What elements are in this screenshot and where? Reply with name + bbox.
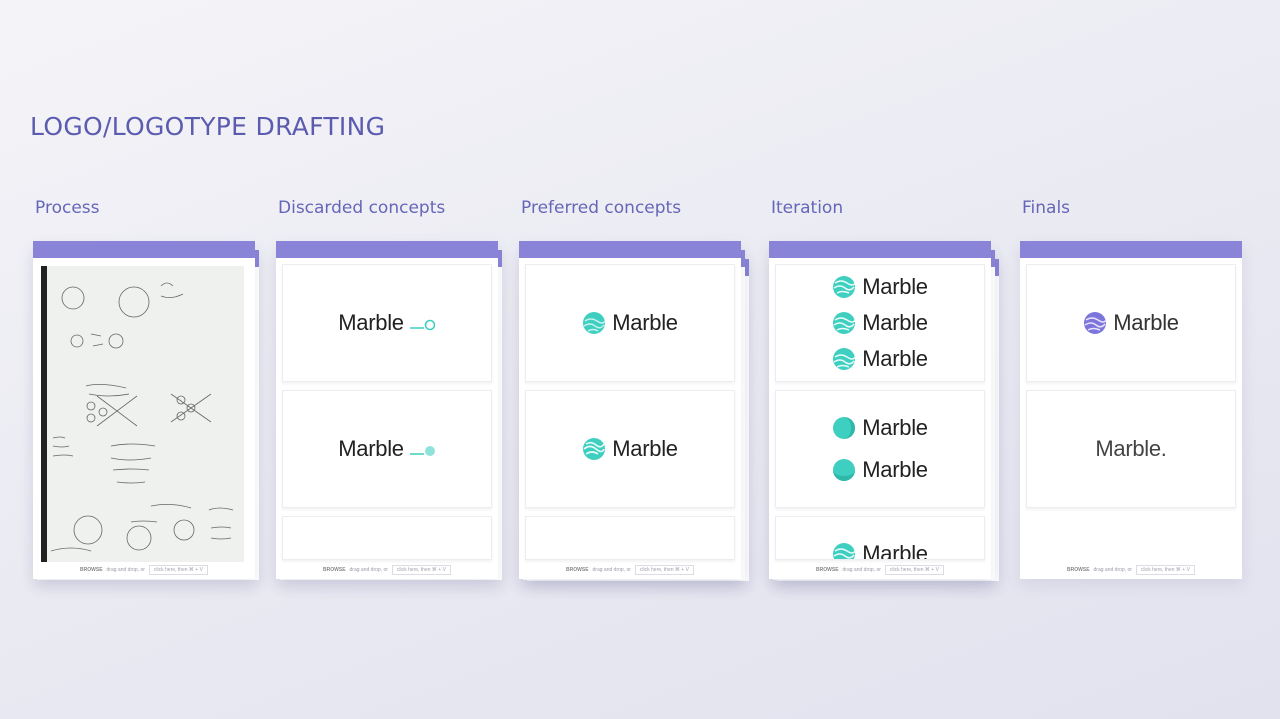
logo-tile[interactable]: Marble <box>525 390 735 508</box>
column-process: Process BROWSE drag and drop, or click h… <box>33 198 259 598</box>
card-cells: Marble Marble <box>282 264 492 568</box>
column-title: Preferred concepts <box>521 198 682 218</box>
logo: Marble <box>832 541 928 560</box>
drop-text: drag and drop, or <box>106 567 145 573</box>
browse-link[interactable]: BROWSE <box>1067 567 1090 573</box>
sketch-drawing <box>41 266 234 562</box>
drop-text: drag and drop, or <box>1093 567 1132 573</box>
logo-tile[interactable]: Marble. <box>1026 390 1236 508</box>
drop-bar[interactable]: BROWSE drag and drop, or click here, the… <box>1020 563 1242 577</box>
browse-link[interactable]: BROWSE <box>80 567 103 573</box>
browse-link[interactable]: BROWSE <box>816 567 839 573</box>
paste-box[interactable]: click here, then ⌘ + V <box>634 565 694 575</box>
drop-bar[interactable]: BROWSE drag and drop, or click here, the… <box>519 563 741 577</box>
marble-sphere-icon <box>833 543 856 559</box>
drop-bar[interactable]: BROWSE drag and drop, or click here, the… <box>33 563 255 577</box>
sketch-image <box>41 266 244 562</box>
card[interactable]: Marble Marble BROWSE drag and drop, or c… <box>519 241 741 579</box>
card-cells: Marble Marble Marble Marble Marble Marbl… <box>775 264 985 568</box>
browse-link[interactable]: BROWSE <box>323 567 346 573</box>
card[interactable]: Marble Marble BROWSE drag and drop, or c… <box>276 241 498 579</box>
logo-tile[interactable] <box>282 516 492 560</box>
marble-sphere-icon <box>583 312 606 334</box>
logo-wordmark: Marble. <box>1095 436 1167 461</box>
column-preferred-concepts: Preferred concepts Marble Marble BROWSE … <box>519 198 749 598</box>
card[interactable]: Marble Marble. BROWSE drag and drop, or … <box>1020 241 1242 579</box>
column-iteration: Iteration Marble Marble Marble Marble Ma… <box>769 198 999 598</box>
marble-sphere-icon <box>833 348 856 370</box>
paste-box[interactable]: click here, then ⌘ + V <box>391 565 451 575</box>
logo: Marble <box>832 274 928 300</box>
marble-sphere-icon <box>1084 312 1107 334</box>
logo-tile[interactable]: Marble <box>282 390 492 508</box>
logo-wordmark: Marble <box>862 457 928 482</box>
drop-text: drag and drop, or <box>842 567 881 573</box>
logo-wordmark: Marble <box>862 415 928 440</box>
logo-wordmark: Marble <box>862 346 928 371</box>
marble-sphere-icon <box>833 312 856 334</box>
logo: Marble <box>832 457 928 483</box>
card-cells: Marble Marble. <box>1026 264 1236 516</box>
logo: Marble <box>338 436 435 462</box>
card-stack: Marble Marble BROWSE drag and drop, or c… <box>276 241 502 583</box>
card-stack: Marble Marble BROWSE drag and drop, or c… <box>519 241 749 583</box>
card-stack: Marble Marble. BROWSE drag and drop, or … <box>1020 241 1246 583</box>
paste-box[interactable]: click here, then ⌘ + V <box>148 565 208 575</box>
logo-tile[interactable]: Marble Marble Marble <box>775 264 985 382</box>
logo-tile[interactable]: Marble <box>282 264 492 382</box>
card-stack: Marble Marble Marble Marble Marble Marbl… <box>769 241 999 583</box>
logo-wordmark: Marble <box>862 310 928 335</box>
browse-link[interactable]: BROWSE <box>566 567 589 573</box>
drop-bar[interactable]: BROWSE drag and drop, or click here, the… <box>769 563 991 577</box>
card[interactable]: BROWSE drag and drop, or click here, the… <box>33 241 255 579</box>
marble-sphere-icon <box>833 459 856 481</box>
logo: Marble <box>832 310 928 336</box>
logo-wordmark: Marble <box>862 274 928 299</box>
page-title: LOGO/LOGOTYPE DRAFTING <box>30 112 386 141</box>
column-discarded-concepts: Discarded concepts Marble Marble BROWSE … <box>276 198 502 598</box>
logo-tile[interactable]: Marble <box>775 516 985 560</box>
card-stack: BROWSE drag and drop, or click here, the… <box>33 241 259 583</box>
logo-tile[interactable]: Marble <box>525 264 735 382</box>
logo: Marble <box>832 415 928 441</box>
drop-bar[interactable]: BROWSE drag and drop, or click here, the… <box>276 563 498 577</box>
logo-tile[interactable]: Marble <box>1026 264 1236 382</box>
logo: Marble <box>582 310 678 336</box>
logo-tile[interactable] <box>525 516 735 560</box>
logo: Marble <box>582 436 678 462</box>
card-cells: Marble Marble <box>525 264 735 568</box>
logo-wordmark: Marble <box>338 436 404 461</box>
column-finals: Finals Marble Marble. BROWSE drag and dr… <box>1020 198 1246 598</box>
column-title: Discarded concepts <box>278 198 446 218</box>
logo-tile[interactable]: Marble Marble <box>775 390 985 508</box>
drop-text: drag and drop, or <box>592 567 631 573</box>
drop-text: drag and drop, or <box>349 567 388 573</box>
column-title: Process <box>35 198 100 218</box>
logo-wordmark: Marble <box>338 310 404 335</box>
marble-sphere-icon <box>833 417 856 439</box>
logo-wordmark: Marble <box>612 436 678 461</box>
logo: Marble <box>1083 310 1179 336</box>
orbit-dot-icon <box>409 319 436 331</box>
column-title: Finals <box>1022 198 1071 218</box>
logo: Marble <box>338 310 436 336</box>
paste-box[interactable]: click here, then ⌘ + V <box>884 565 944 575</box>
logo-wordmark: Marble <box>612 310 678 335</box>
marble-sphere-icon <box>833 276 856 298</box>
column-title: Iteration <box>771 198 844 218</box>
marble-sphere-icon <box>583 438 606 460</box>
card[interactable]: Marble Marble Marble Marble Marble Marbl… <box>769 241 991 579</box>
logo-wordmark: Marble <box>862 541 928 560</box>
paste-box[interactable]: click here, then ⌘ + V <box>1135 565 1195 575</box>
orbit-dot-icon <box>409 446 435 456</box>
logo-wordmark: Marble <box>1113 310 1179 335</box>
logo: Marble <box>832 346 928 372</box>
